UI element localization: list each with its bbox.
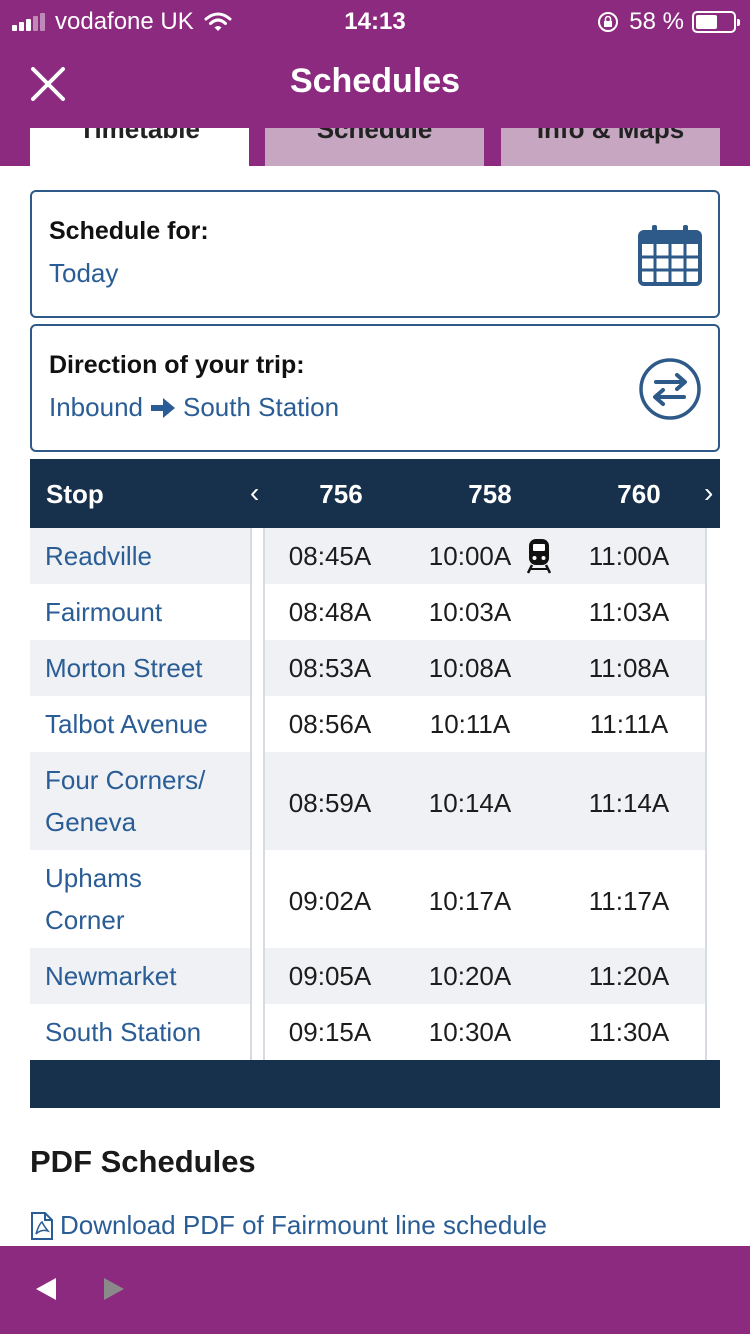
page-title: Schedules	[289, 62, 461, 100]
row-times: 08:45A 10:00A 11:00A	[265, 528, 705, 584]
departure-time: 08:53A	[288, 653, 372, 683]
train-number-header: 756	[319, 479, 363, 509]
forward-icon[interactable]	[102, 1276, 126, 1302]
tab-label: Schedule	[316, 128, 433, 144]
stop-name[interactable]: Four Corners/ Geneva	[30, 752, 250, 850]
departure-time: 10:11A	[429, 709, 511, 739]
table-row: Morton Street 08:53A 10:08A 11:08A	[30, 640, 720, 696]
table-row: Fairmount 08:48A 10:03A 11:03A	[30, 584, 720, 640]
stop-name[interactable]: South Station	[30, 1004, 250, 1060]
stop-name[interactable]: Talbot Avenue	[30, 696, 250, 752]
table-row: Readville 08:45A 10:00A 11:00A	[30, 528, 720, 584]
tab-info-maps[interactable]: Info & Maps	[501, 128, 720, 166]
bottom-nav-bar	[0, 1246, 750, 1334]
departure-time: 10:08A	[428, 653, 512, 683]
tab-schedule[interactable]: Schedule	[265, 128, 484, 166]
battery-level-fill	[696, 15, 717, 29]
train-number-header: 758	[468, 479, 512, 509]
direction-to: South Station	[182, 392, 340, 422]
departure-time: 11:14A	[588, 788, 670, 818]
column-divider	[705, 528, 707, 1060]
status-right: 58 %	[597, 8, 740, 36]
departure-time: 10:14A	[428, 788, 512, 818]
download-pdf-link-text: Download PDF of Fairmount line schedule	[60, 1210, 548, 1240]
departure-time: 09:15A	[288, 1017, 372, 1047]
status-bar: vodafone UK 14:13 58 %	[0, 0, 750, 42]
table-row: Talbot Avenue 08:56A 10:11A 11:11A	[30, 696, 720, 752]
row-times: 08:59A 10:14A 11:14A	[265, 752, 705, 850]
departure-time: 08:56A	[288, 709, 372, 739]
live-train-icon[interactable]	[527, 538, 551, 574]
rotation-lock-icon	[598, 12, 619, 32]
schedule-for-label: Schedule for:	[49, 217, 209, 245]
departure-time: 11:08A	[588, 653, 670, 683]
schedule-table-footer	[30, 1060, 720, 1108]
battery-icon	[692, 11, 740, 33]
tab-label: Info & Maps	[536, 128, 685, 144]
tab-bar: Timetable Schedule Info & Maps	[0, 128, 750, 166]
departure-time: 11:30A	[588, 1017, 670, 1047]
departure-time: 10:20A	[428, 961, 512, 991]
stop-column-header: Stop	[46, 479, 104, 509]
stop-name[interactable]: Fairmount	[30, 584, 250, 640]
direction-value: Inbound South Station	[49, 392, 339, 423]
calendar-icon[interactable]	[638, 224, 702, 286]
battery-percentage: 58 %	[629, 8, 684, 35]
previous-trains-button[interactable]: ‹	[250, 477, 259, 509]
schedule-for-card[interactable]: Schedule for: Today	[30, 190, 720, 318]
table-row: Uphams Corner 09:02A 10:17A 11:17A	[30, 850, 720, 948]
row-times: 08:48A 10:03A 11:03A	[265, 584, 705, 640]
back-icon[interactable]	[34, 1276, 58, 1302]
stop-name[interactable]: Morton Street	[30, 640, 250, 696]
direction-label: Direction of your trip:	[49, 351, 305, 379]
pdf-file-icon	[31, 1211, 53, 1240]
departure-time: 08:48A	[288, 597, 372, 627]
row-times: 09:15A 10:30A 11:30A	[265, 1004, 705, 1060]
table-row: South Station 09:15A 10:30A 11:30A	[30, 1004, 720, 1060]
arrow-right-icon	[150, 397, 175, 418]
stop-name[interactable]: Uphams Corner	[30, 850, 250, 948]
direction-card[interactable]: Direction of your trip: Inbound South St…	[30, 324, 720, 452]
row-times: 08:56A 10:11A 11:11A	[265, 696, 705, 752]
schedule-for-value: Today	[49, 258, 119, 288]
column-divider	[263, 528, 265, 1060]
column-divider	[250, 528, 252, 1060]
departure-time: 10:03A	[428, 597, 512, 627]
departure-time: 11:03A	[588, 597, 670, 627]
pdf-schedules-heading: PDF Schedules	[30, 1144, 256, 1179]
train-number-header: 760	[617, 479, 661, 509]
tab-timetable[interactable]: Timetable	[30, 128, 249, 166]
battery-tip	[737, 19, 740, 26]
row-times: 08:53A 10:08A 11:08A	[265, 640, 705, 696]
departure-time: 08:59A	[288, 788, 372, 818]
departure-time: 11:17A	[588, 886, 670, 916]
download-pdf-link[interactable]: Download PDF of Fairmount line schedule	[30, 1210, 547, 1241]
departure-time: 09:02A	[288, 886, 372, 916]
stop-name[interactable]: Readville	[30, 528, 250, 584]
table-row: Four Corners/ Geneva 08:59A 10:14A 11:14…	[30, 752, 720, 850]
departure-time: 11:20A	[588, 961, 670, 991]
next-trains-button[interactable]: ›	[704, 477, 713, 509]
app-header: Schedules	[0, 42, 750, 128]
swap-direction-icon[interactable]	[638, 357, 702, 421]
departure-time: 10:00A	[428, 541, 512, 571]
table-row: Newmarket 09:05A 10:20A 11:20A	[30, 948, 720, 1004]
departure-time: 09:05A	[288, 961, 372, 991]
tab-label: Timetable	[79, 128, 200, 144]
direction-from: Inbound	[49, 392, 143, 422]
departure-time: 08:45A	[288, 541, 372, 571]
departure-time: 10:30A	[428, 1017, 512, 1047]
departure-time: 11:00A	[588, 541, 670, 571]
departure-time: 11:11A	[589, 709, 669, 739]
row-times: 09:05A 10:20A 11:20A	[265, 948, 705, 1004]
stop-name[interactable]: Newmarket	[30, 948, 250, 1004]
row-times: 09:02A 10:17A 11:17A	[265, 850, 705, 948]
departure-time: 10:17A	[428, 886, 512, 916]
schedule-table-header: Stop ‹ 756 758 760 ›	[30, 459, 720, 528]
schedule-table-body: Readville 08:45A 10:00A 11:00A Fairmount…	[30, 528, 720, 1060]
